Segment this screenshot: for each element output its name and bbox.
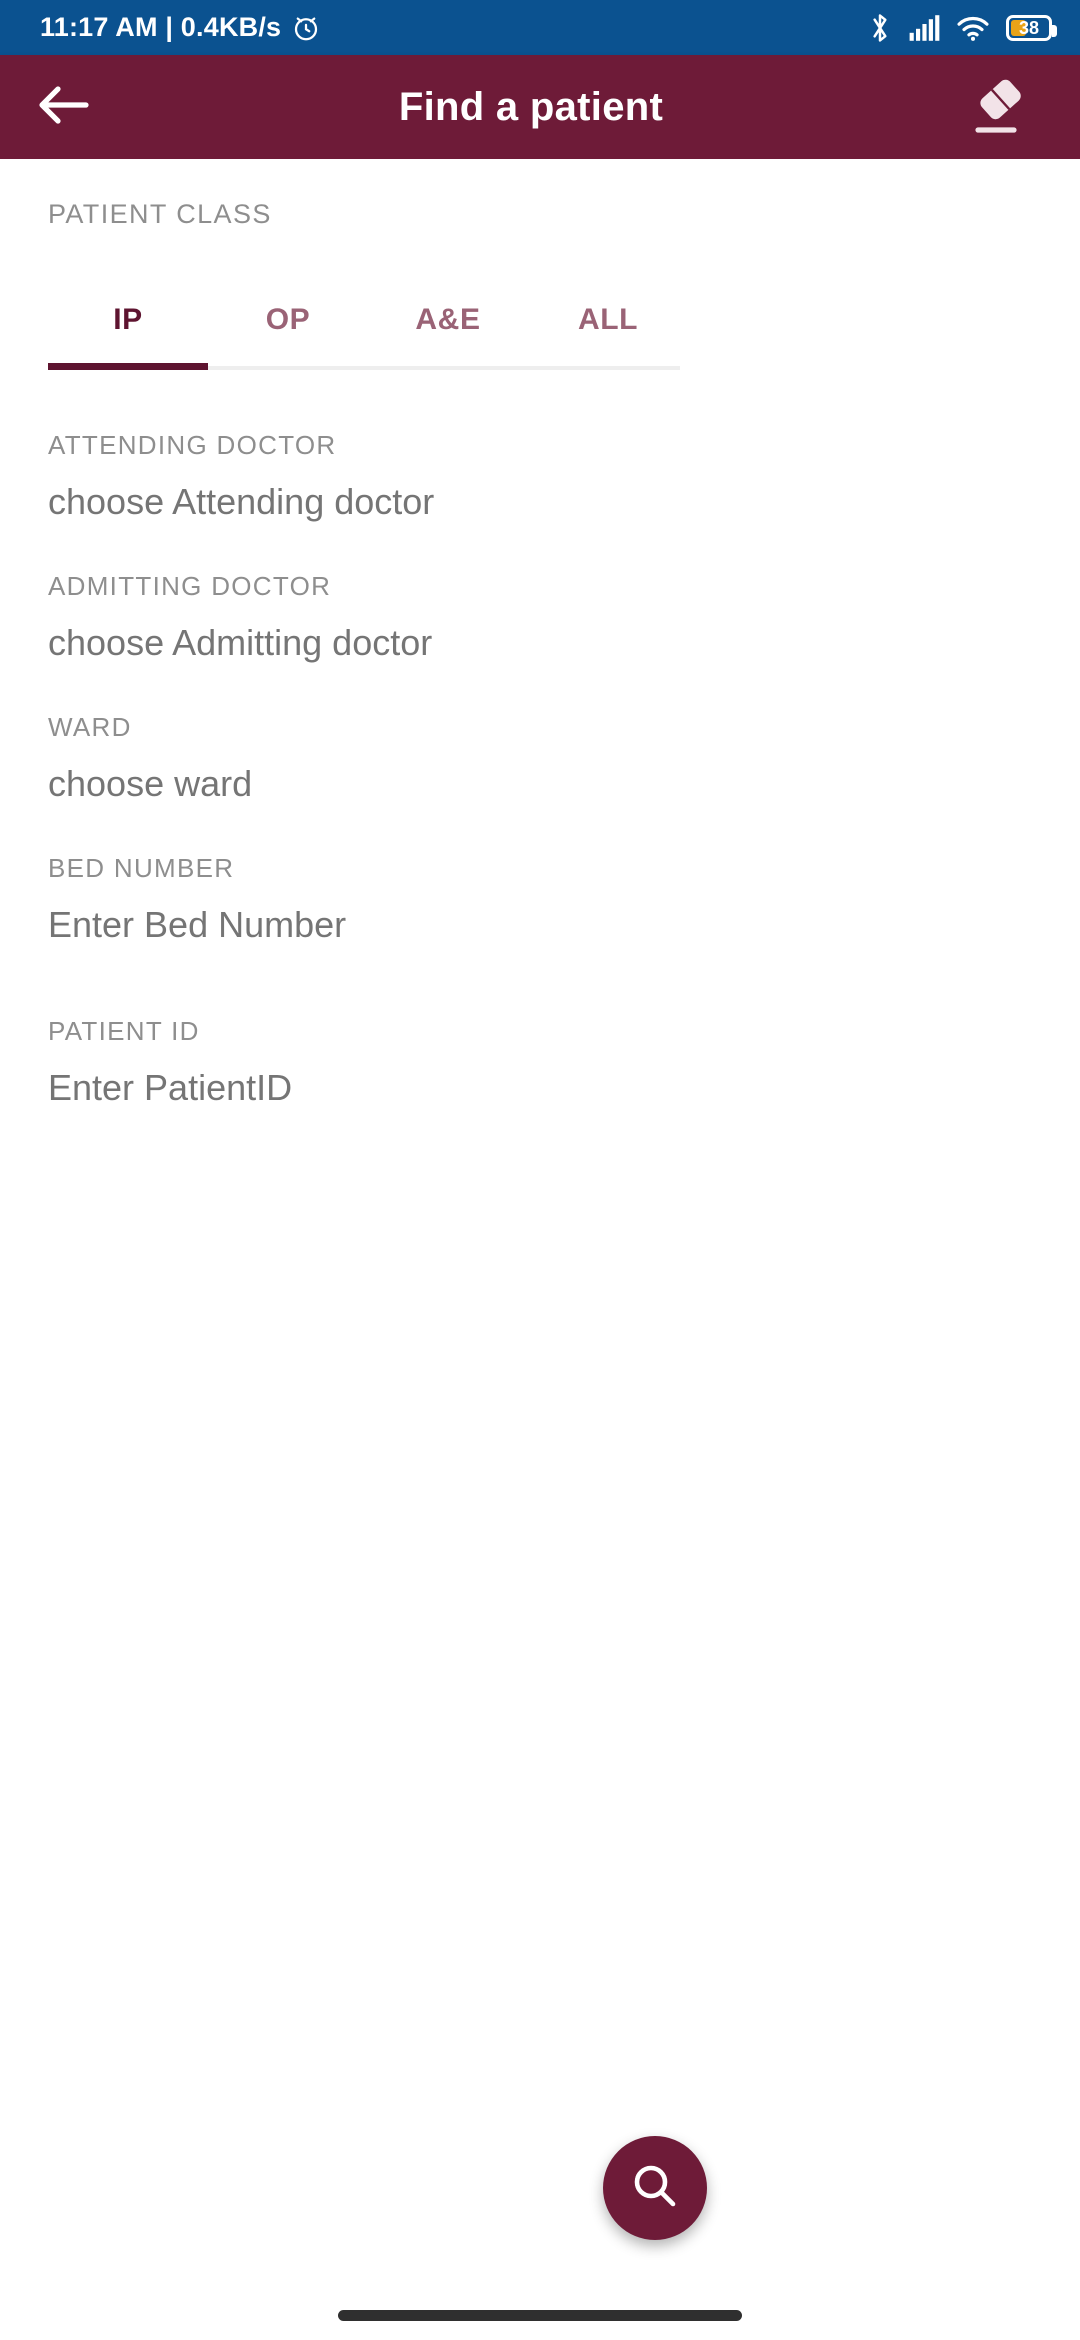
back-arrow-icon bbox=[36, 83, 90, 132]
status-bar: 11:17 AM | 0.4KB/s 38 bbox=[0, 0, 1080, 55]
eraser-icon bbox=[972, 74, 1038, 141]
patient-class-label: PATIENT CLASS bbox=[48, 199, 272, 229]
attending-doctor-input[interactable] bbox=[48, 481, 1032, 523]
field-bed-number: BED NUMBER bbox=[48, 805, 1032, 946]
field-patient-id: PATIENT ID bbox=[48, 946, 1032, 1109]
phone-screen: 11:17 AM | 0.4KB/s 38 Find a patient PAT… bbox=[0, 0, 1080, 2340]
search-icon bbox=[629, 2160, 681, 2217]
tab-ip[interactable]: IP bbox=[48, 303, 208, 337]
status-time-and-network-speed: 11:17 AM | 0.4KB/s bbox=[40, 12, 282, 42]
ward-input[interactable] bbox=[48, 763, 1032, 805]
alarm-clock-icon bbox=[291, 13, 321, 43]
admitting-doctor-input[interactable] bbox=[48, 622, 1032, 664]
page-title: Find a patient bbox=[398, 84, 664, 129]
battery-percent-label: 38 bbox=[1018, 17, 1040, 38]
ward-label: WARD bbox=[48, 712, 132, 742]
tab-op[interactable]: OP bbox=[208, 303, 368, 337]
bed-number-label: BED NUMBER bbox=[48, 853, 235, 883]
home-indicator-bar[interactable] bbox=[338, 2310, 742, 2321]
field-attending-doctor: ATTENDING DOCTOR bbox=[48, 382, 1032, 523]
tab-all[interactable]: ALL bbox=[528, 303, 688, 337]
admitting-doctor-label: ADMITTING DOCTOR bbox=[48, 571, 332, 601]
bluetooth-icon bbox=[868, 12, 892, 44]
app-bar: Find a patient bbox=[0, 55, 1080, 159]
search-form: ATTENDING DOCTOR ADMITTING DOCTOR WARD B… bbox=[48, 370, 1032, 1109]
attending-doctor-label: ATTENDING DOCTOR bbox=[48, 430, 337, 460]
tab-ae[interactable]: A&E bbox=[368, 303, 528, 337]
patient-class-tabs: IP OP A&E ALL bbox=[48, 270, 1032, 370]
search-fab-button[interactable] bbox=[603, 2136, 707, 2240]
status-bar-left: 11:17 AM | 0.4KB/s bbox=[40, 12, 321, 43]
battery-icon: 38 bbox=[1006, 14, 1057, 41]
field-admitting-doctor: ADMITTING DOCTOR bbox=[48, 523, 1032, 664]
patient-id-input[interactable] bbox=[48, 1067, 1032, 1109]
status-bar-right: 38 bbox=[868, 12, 1057, 44]
clear-form-button[interactable] bbox=[966, 68, 1044, 146]
patient-id-label: PATIENT ID bbox=[48, 1016, 200, 1046]
wifi-icon bbox=[956, 13, 990, 43]
tab-active-indicator bbox=[48, 363, 208, 370]
main-content: PATIENT CLASS IP OP A&E ALL ATTENDING DO… bbox=[0, 159, 1080, 2340]
bed-number-input[interactable] bbox=[48, 904, 1032, 946]
field-ward: WARD bbox=[48, 664, 1032, 805]
cellular-signal-icon bbox=[908, 13, 940, 43]
